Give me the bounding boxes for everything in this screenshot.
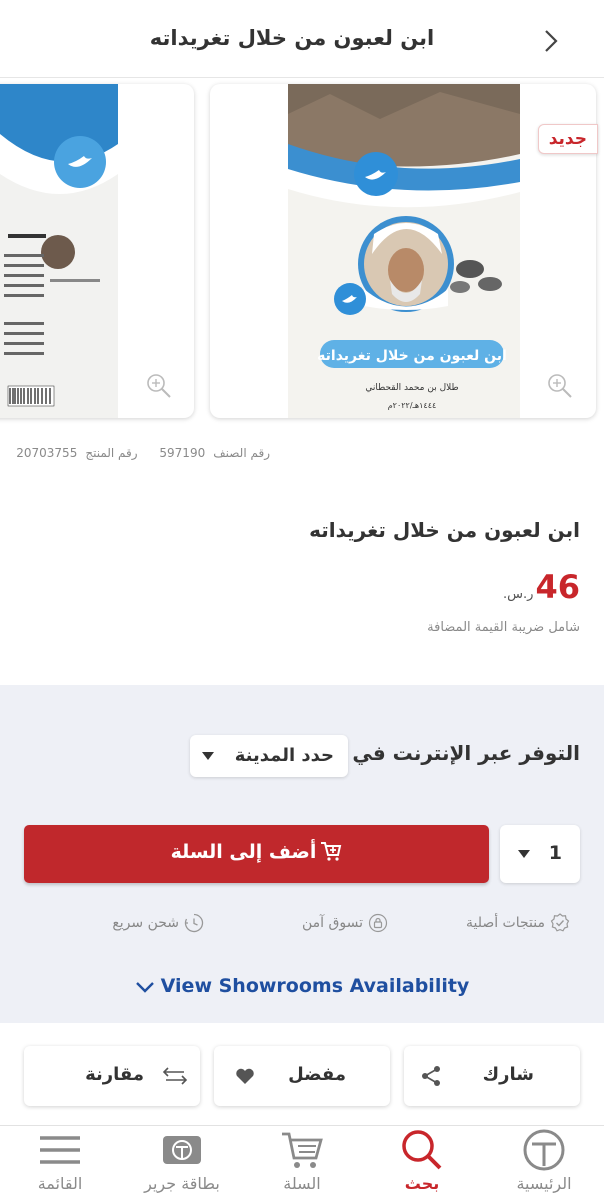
vat-note: شامل ضريبة القيمة المضافة: [427, 620, 580, 635]
availability-panel: التوفر عبر الإنترنت في حدد المدينة 1 أضف…: [0, 685, 604, 1023]
features-row: منتجات أصلية تسوق آمن شحن سريع: [0, 913, 604, 937]
compare-arrows-icon: [162, 1067, 188, 1085]
heart-icon: [236, 1068, 254, 1084]
add-to-cart-button[interactable]: أضف إلى السلة: [24, 825, 489, 883]
tab-jarir-card-label: بطاقة جرير: [144, 1174, 220, 1193]
price-amount: 46: [535, 568, 580, 606]
dropdown-arrow-icon: [202, 752, 214, 760]
share-icon: [422, 1066, 440, 1086]
tab-menu-label: القائمة: [37, 1174, 83, 1193]
share-button[interactable]: شارك: [404, 1046, 580, 1106]
feature-fast-shipping: شحن سريع: [112, 913, 204, 933]
cover-author: طلال بن محمد القحطاني: [365, 383, 458, 393]
city-dropdown[interactable]: حدد المدينة: [190, 735, 348, 777]
cart-icon: [282, 1132, 323, 1168]
quantity-selector[interactable]: 1: [500, 825, 580, 883]
feature-fast-shipping-label: شحن سريع: [112, 915, 179, 931]
compare-label: مقارنة: [85, 1064, 144, 1085]
price: 46ر.س.: [503, 568, 580, 606]
online-availability-label: التوفر عبر الإنترنت في: [352, 741, 580, 765]
top-header: ابن لعبون من خلال تغريداته: [0, 0, 604, 78]
favorite-button[interactable]: مفضل: [214, 1046, 390, 1106]
tab-cart[interactable]: السلة: [242, 1126, 362, 1200]
action-buttons-row: شارك مفضل مقارنة: [0, 1028, 604, 1126]
add-to-cart-label: أضف إلى السلة: [170, 841, 317, 863]
product-image-gallery[interactable]: ابن لعبون من خلال تغريداته طلال بن محمد …: [0, 80, 604, 424]
feature-secure: تسوق آمن: [302, 913, 388, 933]
cover-title: ابن لعبون من خلال تغريداته: [317, 348, 507, 364]
feature-original-label: منتجات أصلية: [465, 915, 545, 931]
cart-plus-icon: [321, 842, 342, 861]
search-icon: [402, 1130, 442, 1170]
class-number: 597190: [159, 446, 206, 460]
compare-button[interactable]: مقارنة: [24, 1046, 200, 1106]
fast-clock-icon: [184, 913, 204, 933]
product-label: رقم المنتج: [85, 446, 138, 460]
product-title: ابن لعبون من خلال تغريداته: [309, 518, 580, 542]
zoom-icon[interactable]: [145, 372, 173, 400]
city-dropdown-label: حدد المدينة: [234, 745, 334, 766]
hamburger-menu-icon: [40, 1136, 80, 1164]
new-badge: جديد: [537, 124, 598, 154]
tab-home[interactable]: الرئيسية: [484, 1126, 604, 1200]
tab-search[interactable]: بحث: [362, 1126, 482, 1200]
chevron-down-icon: [135, 981, 154, 993]
tab-cart-label: السلة: [283, 1174, 321, 1193]
product-image-back-cover[interactable]: [0, 84, 194, 418]
view-showrooms-label: View Showrooms Availability: [160, 975, 470, 997]
feature-secure-label: تسوق آمن: [302, 915, 363, 931]
share-label: شارك: [482, 1064, 534, 1085]
zoom-icon[interactable]: [546, 372, 574, 400]
dropdown-arrow-icon: [518, 850, 530, 858]
favorite-label: مفضل: [288, 1064, 346, 1085]
class-label: رقم الصنف: [213, 446, 270, 460]
quantity-value: 1: [548, 842, 562, 864]
chevron-right-icon[interactable]: [536, 26, 566, 56]
cover-year: ١٤٤٤هـ/٢٠٢٢م: [388, 401, 437, 410]
price-currency: ر.س.: [503, 587, 534, 602]
tab-home-label: الرئيسية: [516, 1174, 572, 1193]
product-number: 20703755: [16, 446, 78, 460]
view-showrooms-link[interactable]: View Showrooms Availability: [0, 975, 604, 997]
product-identifiers: رقم الصنف 597190 رقم المنتج 20703755: [8, 446, 270, 460]
jarir-logo-icon: [523, 1129, 565, 1171]
tab-jarir-card[interactable]: بطاقة جرير: [122, 1126, 242, 1200]
bottom-tab-bar: الرئيسية بحث السلة بطاقة جرير القائمة: [0, 1126, 604, 1200]
feature-original: منتجات أصلية: [466, 913, 570, 933]
card-icon: [163, 1136, 201, 1164]
page-title: ابن لعبون من خلال تغريداته: [149, 26, 435, 50]
tab-search-label: بحث: [404, 1174, 440, 1193]
lock-icon: [368, 913, 388, 933]
back-cover-image: [0, 84, 118, 418]
tab-menu[interactable]: القائمة: [0, 1126, 120, 1200]
verified-badge-icon: [550, 913, 570, 932]
